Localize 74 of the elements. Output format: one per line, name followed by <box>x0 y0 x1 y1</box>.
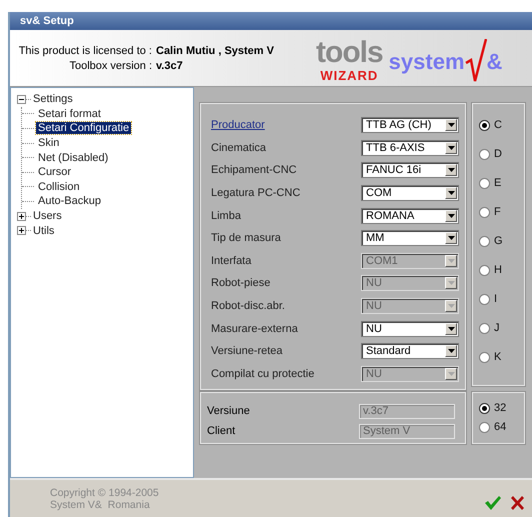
caret-icon <box>448 191 454 196</box>
caret-icon <box>448 258 454 263</box>
copyright-text: Copyright © 1994-2005 <box>50 486 159 498</box>
tree-item[interactable]: Setari format <box>36 108 103 120</box>
dropdown[interactable]: TTB AG (CH) <box>361 117 459 134</box>
logo-system-text: system <box>388 49 465 75</box>
caret-icon <box>448 304 454 308</box>
dropdown[interactable]: ROMANA <box>361 208 459 224</box>
producer-link[interactable]: Producator <box>211 119 265 132</box>
caret-icon <box>448 146 454 150</box>
caret-icon <box>448 123 454 128</box>
bits-radio[interactable]: 32 <box>479 401 509 416</box>
tree-item[interactable]: Auto-Backup <box>36 195 103 208</box>
tree-item[interactable]: Collision <box>36 180 82 193</box>
tree-item[interactable]: Settings <box>31 93 75 106</box>
field-label: Echipament-CNC <box>211 164 297 176</box>
drive-radio[interactable]: G <box>479 234 509 248</box>
version-value: v.3c7 <box>156 60 183 72</box>
expander-icon[interactable] <box>17 226 26 236</box>
drive-radio[interactable]: D <box>479 147 509 161</box>
expander-icon[interactable] <box>17 212 26 221</box>
company-text: System V& Romania <box>50 498 151 510</box>
tree-item[interactable]: Users <box>31 210 64 222</box>
field-label: Cinematica <box>211 142 266 154</box>
version-label: Toolbox version : <box>68 60 152 72</box>
readonly-field: v.3c7 <box>359 404 455 419</box>
tree-item[interactable]: Net (Disabled) <box>36 152 110 164</box>
drive-radio[interactable]: I <box>479 292 509 306</box>
caret-icon <box>448 326 454 331</box>
tree-item[interactable]: Skin <box>36 137 62 150</box>
field-label: Limba <box>211 210 241 222</box>
field-label: Versiune <box>207 405 250 418</box>
drive-radio[interactable]: C <box>479 118 509 132</box>
drive-radio[interactable]: F <box>479 205 509 219</box>
drive-radio[interactable]: E <box>479 176 509 190</box>
field-label: Robot-piese <box>211 277 270 290</box>
dropdown[interactable]: TTB 6-AXIS <box>361 140 459 156</box>
field-label: Tip de masura <box>211 232 281 244</box>
window-title: sv& Setup <box>10 12 532 30</box>
cancel-x-icon[interactable] <box>511 496 524 510</box>
caret-icon <box>448 349 454 354</box>
ok-check-icon[interactable] <box>485 496 501 510</box>
check-mark-icon <box>464 39 487 83</box>
tree-item[interactable]: Setari Configuratie <box>36 122 132 134</box>
dropdown[interactable]: FANUC 16i <box>361 162 459 178</box>
tree-item[interactable]: Cursor <box>36 166 74 178</box>
bits-radio[interactable]: 64 <box>479 420 509 434</box>
logo-tools-text: tools <box>316 38 383 68</box>
caret-icon <box>448 372 454 376</box>
tree-item[interactable]: Utils <box>31 224 56 237</box>
drive-radio[interactable]: J <box>479 321 509 335</box>
caret-icon <box>448 214 454 218</box>
field-label: Compilat cu protectie <box>211 368 314 380</box>
drive-radio[interactable]: H <box>479 263 509 277</box>
dropdown[interactable]: NU <box>361 320 459 337</box>
field-label: Versiune-retea <box>211 345 283 358</box>
readonly-field: System V <box>359 424 455 439</box>
caret-icon <box>448 236 454 240</box>
license-label: This product is licensed to : <box>18 44 152 56</box>
field-label: Legatura PC-CNC <box>211 187 300 200</box>
dropdown[interactable]: Standard <box>361 343 459 360</box>
caret-icon <box>448 281 454 286</box>
field-label: Masurare-externa <box>211 322 298 335</box>
field-label: Client <box>207 425 236 438</box>
expander-icon[interactable] <box>17 94 26 104</box>
license-value: Calin Mutiu , System V <box>156 44 274 56</box>
caret-icon <box>448 168 454 172</box>
field-label: Interfata <box>211 254 252 267</box>
drive-radio[interactable]: K <box>479 350 509 364</box>
logo-amp-text: & <box>486 49 502 75</box>
logo-wizard-text: WIZARD <box>320 68 378 83</box>
dropdown[interactable]: COM <box>361 185 459 202</box>
dropdown[interactable]: MM <box>361 230 459 246</box>
field-label: Robot-disc.abr. <box>211 300 285 312</box>
